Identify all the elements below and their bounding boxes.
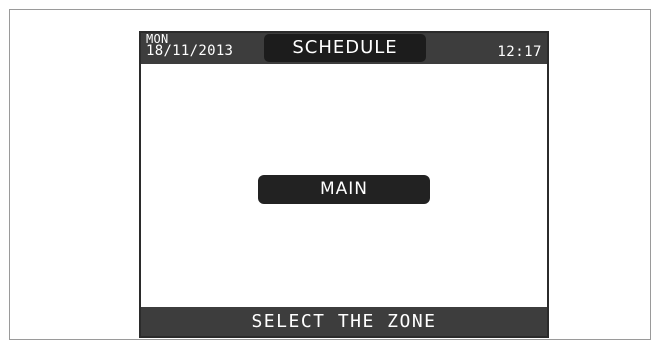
date-display: MON 18/11/2013 xyxy=(146,33,234,59)
outer-frame: MON 18/11/2013 SCHEDULE 12:17 MAIN SELEC… xyxy=(9,9,651,340)
date-value: 18/11/2013 xyxy=(146,43,234,59)
instruction-footer: SELECT THE ZONE xyxy=(141,307,547,336)
status-header: MON 18/11/2013 SCHEDULE 12:17 xyxy=(141,33,547,64)
page-title: SCHEDULE xyxy=(264,34,426,62)
zone-main-button[interactable]: MAIN xyxy=(258,175,430,204)
device-display: MON 18/11/2013 SCHEDULE 12:17 MAIN SELEC… xyxy=(139,31,549,338)
clock-time: 12:17 xyxy=(497,44,542,60)
